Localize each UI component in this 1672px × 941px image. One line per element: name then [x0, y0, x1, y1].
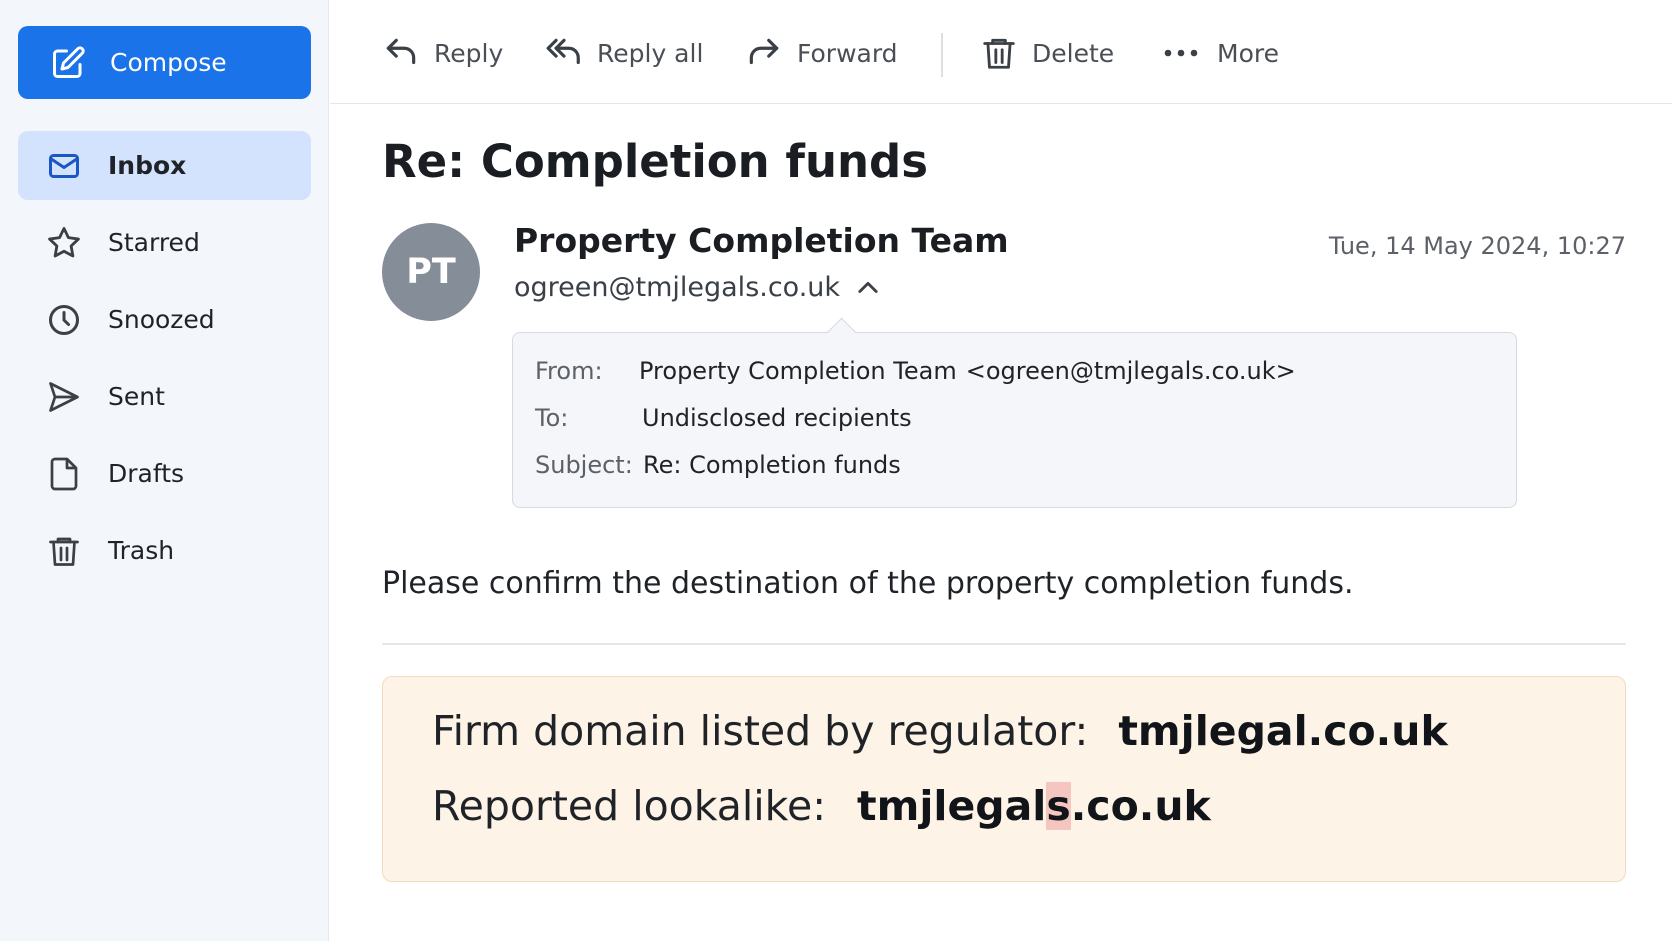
- sidebar-item-drafts[interactable]: Drafts: [18, 439, 311, 508]
- toolbar-divider: [941, 33, 943, 77]
- divider: [382, 643, 1626, 645]
- message-toolbar: Reply Reply all Forward Delete More: [330, 0, 1672, 104]
- trash-icon: [980, 34, 1018, 72]
- draft-icon: [44, 454, 84, 494]
- sidebar: Compose Inbox Starred Snoozed Sent Draft…: [0, 0, 329, 941]
- regulator-domain-row: Firm domain listed by regulator: tmjlega…: [432, 707, 1448, 755]
- reply-icon: [382, 34, 420, 72]
- email-body: Please confirm the destination of the pr…: [382, 566, 1354, 601]
- delete-button[interactable]: Delete: [980, 30, 1114, 76]
- more-label: More: [1217, 38, 1279, 68]
- details-to-label: To:: [535, 404, 569, 432]
- forward-icon: [745, 34, 783, 72]
- send-icon: [44, 377, 84, 417]
- lookalike-domain: tmjlegals.co.uk: [857, 782, 1211, 830]
- trash-icon: [44, 531, 84, 571]
- mail-icon: [44, 146, 84, 186]
- lookalike-domain-prefix: tmjlegal: [857, 782, 1047, 830]
- sidebar-item-label: Starred: [108, 228, 200, 257]
- sender-details-popover: From: Property Completion Team <ogreen@t…: [512, 332, 1517, 508]
- sidebar-item-inbox[interactable]: Inbox: [18, 131, 311, 200]
- sidebar-item-snoozed[interactable]: Snoozed: [18, 285, 311, 354]
- sender-name: Property Completion Team: [514, 221, 1009, 260]
- sidebar-item-sent[interactable]: Sent: [18, 362, 311, 431]
- avatar: PT: [382, 223, 480, 321]
- details-to-value: Undisclosed recipients: [642, 404, 912, 432]
- nav-list: Inbox Starred Snoozed Sent Drafts Trash: [18, 131, 311, 593]
- lookalike-highlight: s: [1046, 782, 1071, 830]
- forward-label: Forward: [797, 38, 898, 68]
- avatar-initials: PT: [406, 252, 456, 292]
- reply-button[interactable]: Reply: [382, 30, 503, 76]
- delete-label: Delete: [1032, 38, 1115, 68]
- regulator-domain-label: Firm domain listed by regulator:: [432, 707, 1089, 755]
- details-from-label: From:: [535, 357, 603, 385]
- lookalike-domain-label: Reported lookalike:: [432, 782, 827, 830]
- email-subject: Re: Completion funds: [382, 135, 929, 188]
- sidebar-item-label: Snoozed: [108, 305, 215, 334]
- details-to-row: To: Undisclosed recipients: [535, 404, 912, 432]
- email-date: Tue, 14 May 2024, 10:27: [1328, 232, 1626, 260]
- reply-all-label: Reply all: [597, 38, 704, 68]
- lookalike-domain-suffix: .co.uk: [1070, 782, 1211, 830]
- forward-button[interactable]: Forward: [745, 30, 898, 76]
- details-from-row: From: Property Completion Team <ogreen@t…: [535, 357, 1296, 385]
- regulator-domain: tmjlegal.co.uk: [1118, 707, 1448, 755]
- star-icon: [44, 223, 84, 263]
- reply-all-icon: [545, 34, 583, 72]
- sidebar-item-label: Trash: [108, 536, 175, 565]
- compose-button[interactable]: Compose: [18, 26, 311, 99]
- compose-label: Compose: [110, 48, 227, 77]
- sidebar-item-trash[interactable]: Trash: [18, 516, 311, 585]
- details-from-address: <ogreen@tmjlegals.co.uk>: [965, 357, 1296, 385]
- sidebar-item-starred[interactable]: Starred: [18, 208, 311, 277]
- more-dots-icon: [1163, 34, 1203, 72]
- domain-warning-callout: Firm domain listed by regulator: tmjlega…: [382, 676, 1626, 882]
- sender-email-row: ogreen@tmjlegals.co.uk: [514, 272, 882, 303]
- edit-icon: [50, 45, 86, 81]
- details-subject-label: Subject:: [535, 451, 633, 479]
- details-subject-row: Subject: Re: Completion funds: [535, 451, 901, 479]
- details-subject-value: Re: Completion funds: [643, 451, 901, 479]
- more-button[interactable]: More: [1163, 30, 1279, 76]
- lookalike-domain-row: Reported lookalike: tmjlegals.co.uk: [432, 782, 1211, 830]
- clock-icon: [44, 300, 84, 340]
- sidebar-item-label: Inbox: [108, 151, 187, 180]
- sidebar-item-label: Sent: [108, 382, 165, 411]
- reply-label: Reply: [434, 38, 504, 68]
- sidebar-item-label: Drafts: [108, 459, 185, 488]
- sender-email: ogreen@tmjlegals.co.uk: [514, 272, 841, 303]
- details-from-name: Property Completion Team: [639, 357, 957, 385]
- chevron-up-icon[interactable]: [854, 274, 882, 302]
- reply-all-button[interactable]: Reply all: [545, 30, 703, 76]
